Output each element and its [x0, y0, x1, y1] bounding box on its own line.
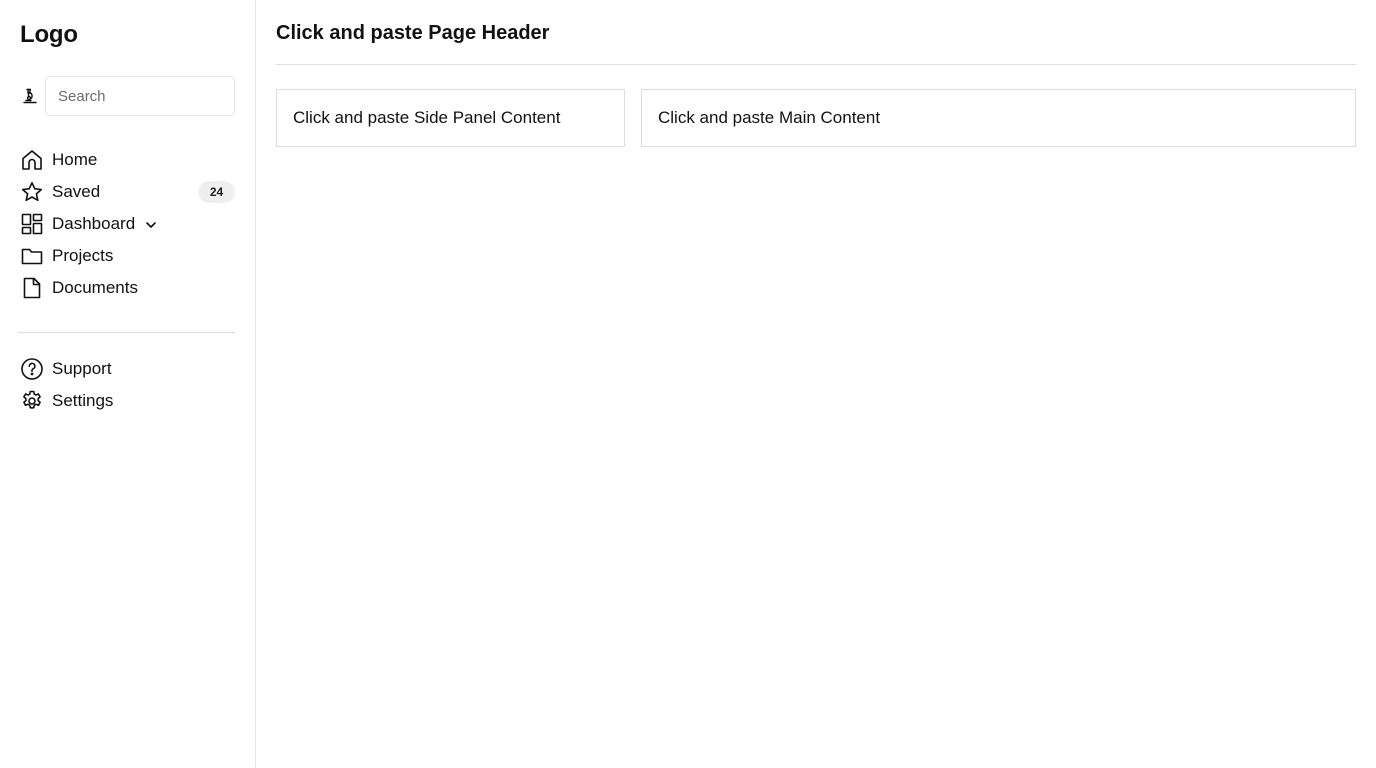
page-title: Click and paste Page Header	[276, 22, 550, 44]
sidebar-item-home[interactable]: Home	[20, 144, 235, 176]
main-panel: Click and paste Main Content	[641, 89, 1356, 147]
sidebar-divider	[18, 332, 235, 333]
home-icon	[20, 148, 44, 172]
logo[interactable]: Logo	[20, 21, 78, 49]
sidebar-item-support[interactable]: Support	[20, 353, 235, 385]
header-divider	[276, 64, 1356, 65]
document-icon	[20, 276, 44, 300]
sidebar-item-label: Documents	[52, 278, 138, 297]
sidebar-item-label: Home	[52, 150, 98, 169]
sidebar-item-saved[interactable]: Saved 24	[20, 176, 235, 208]
sidebar-item-settings[interactable]: Settings	[20, 385, 235, 417]
folder-icon	[20, 244, 44, 268]
sidebar: Logo Home	[0, 0, 256, 768]
sidebar-item-label: Saved	[52, 182, 101, 201]
side-panel-text: Click and paste Side Panel Content	[293, 108, 561, 127]
sidebar-item-documents[interactable]: Documents	[20, 272, 235, 304]
sidebar-item-dashboard[interactable]: Dashboard	[20, 208, 235, 240]
search-input[interactable]	[45, 76, 235, 116]
sidebar-item-label: Settings	[52, 391, 114, 410]
gear-icon	[20, 389, 44, 413]
main-nav: Home Saved 24 Dashboard Projects Documen…	[20, 144, 235, 304]
sidebar-item-label: Projects	[52, 246, 114, 265]
saved-count-badge: 24	[198, 181, 235, 203]
star-icon	[20, 180, 44, 204]
search-row	[20, 76, 235, 116]
side-panel: Click and paste Side Panel Content	[276, 89, 625, 147]
sidebar-item-label: Support	[52, 359, 112, 378]
sidebar-item-label: Dashboard	[52, 214, 136, 233]
footer-nav: Support Settings	[20, 353, 235, 417]
sidebar-item-projects[interactable]: Projects	[20, 240, 235, 272]
dashboard-icon	[20, 212, 44, 236]
microscope-icon	[20, 86, 40, 106]
help-circle-icon	[20, 357, 44, 381]
main-panel-text: Click and paste Main Content	[658, 108, 881, 127]
chevron-down-icon[interactable]	[144, 218, 158, 232]
